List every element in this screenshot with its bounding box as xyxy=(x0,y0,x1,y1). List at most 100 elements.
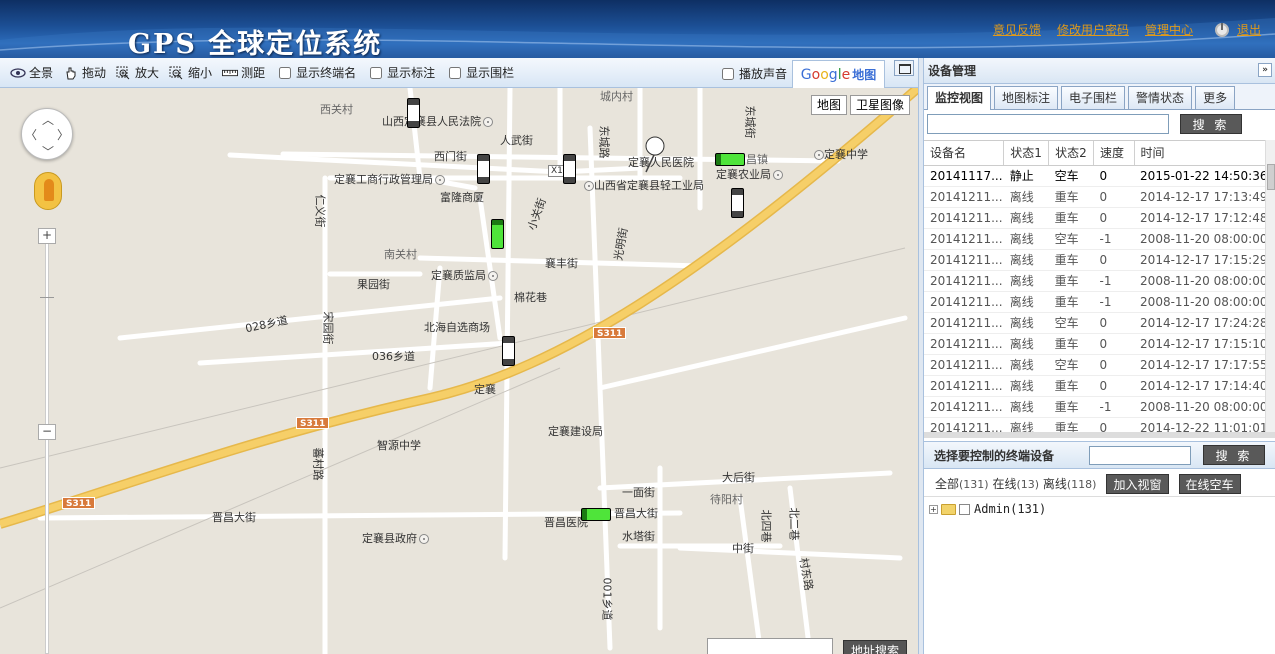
panel-header: 设备管理 » xyxy=(924,58,1275,84)
cell-device: 20141211... xyxy=(924,291,1004,313)
map-type-satellite-button[interactable]: 卫星图像 xyxy=(850,95,911,115)
terminal-search-input[interactable] xyxy=(1089,445,1191,465)
table-row[interactable]: 20141211... 离线 重车 0 2014-12-17 17:13:49 xyxy=(924,186,1268,208)
map-label: 北二巷 xyxy=(787,507,801,541)
table-scrollbar[interactable] xyxy=(1265,140,1275,436)
pan-down-icon[interactable]: ﹀ xyxy=(42,143,54,160)
table-hscrollbar[interactable] xyxy=(924,432,1275,438)
map-label: 水塔街 xyxy=(622,530,655,543)
tree-checkbox[interactable] xyxy=(959,503,970,515)
feedback-link[interactable]: 意见反馈 xyxy=(993,21,1041,38)
table-row[interactable]: 20141211... 离线 重车 0 2014-12-17 17:15:29 xyxy=(924,249,1268,271)
stat-offline-label[interactable]: 离线 xyxy=(1043,477,1067,491)
cell-time: 2015-01-22 14:50:36 xyxy=(1134,165,1268,187)
terminal-search-button[interactable]: 搜 索 xyxy=(1203,445,1265,465)
pan-right-icon[interactable]: 〉 xyxy=(57,126,69,143)
maximize-icon[interactable] xyxy=(894,60,914,76)
table-row[interactable]: 20141211... 离线 重车 0 2014-12-17 17:15:10 xyxy=(924,333,1268,355)
column-header-speed[interactable]: 速度 xyxy=(1093,141,1135,166)
play-sound-checkbox[interactable] xyxy=(722,67,734,80)
show-marks-check[interactable]: 显示标注 xyxy=(370,64,435,81)
table-row[interactable]: 20141117... 静止 空车 0 2015-01-22 14:50:36 xyxy=(924,165,1268,187)
table-row[interactable]: 20141211... 离线 重车 0 2014-12-17 17:14:40 xyxy=(924,375,1268,397)
show-terminal-name-check[interactable]: 显示终端名 xyxy=(279,64,356,81)
map-view[interactable]: 西关村 城内村 山西定襄县人民法院 西门街 人武街 东城路 东城街 定襄人民医院… xyxy=(0,88,918,654)
pan-control[interactable]: ︿ ﹀ 〈 〉 xyxy=(21,108,73,160)
cell-status2: 重车 xyxy=(1048,186,1094,208)
expand-icon[interactable]: + xyxy=(929,504,938,514)
map-type-road-button[interactable]: 地图 xyxy=(811,95,848,115)
online-empty-button[interactable]: 在线空车 xyxy=(1178,473,1241,494)
map-label: 襄丰街 xyxy=(545,257,578,270)
show-fence-checkbox[interactable] xyxy=(449,66,462,79)
vehicle-marker[interactable] xyxy=(581,508,611,521)
google-map-tab[interactable]: Google 地图 xyxy=(792,60,885,88)
tool-zoom-out[interactable]: 缩小 xyxy=(169,64,212,81)
tool-pan[interactable]: 拖动 xyxy=(63,64,106,81)
vehicle-marker[interactable] xyxy=(407,98,420,128)
collapse-icon[interactable]: » xyxy=(1258,63,1272,77)
address-search-input[interactable] xyxy=(707,638,833,654)
street-view-pegman-icon[interactable] xyxy=(34,172,62,210)
tool-measure-label: 测距 xyxy=(241,66,266,80)
table-scrollbar-thumb[interactable] xyxy=(1267,164,1275,190)
admin-center-link[interactable]: 管理中心 xyxy=(1145,21,1193,38)
show-marks-checkbox[interactable] xyxy=(370,66,383,79)
map-label: 晋昌大街 xyxy=(212,511,256,524)
table-row[interactable]: 20141211... 离线 空车 -1 2008-11-20 08:00:00 xyxy=(924,228,1268,250)
tab-alarm-status[interactable]: 警情状态 xyxy=(1128,86,1193,109)
cell-status2: 重车 xyxy=(1048,291,1094,313)
cell-status2: 重车 xyxy=(1048,207,1094,229)
stat-online-label[interactable]: 在线 xyxy=(992,477,1016,491)
tab-more[interactable]: 更多 xyxy=(1195,86,1236,109)
app-title: GPS 全球定位系统 xyxy=(128,29,383,58)
show-fence-check[interactable]: 显示围栏 xyxy=(449,64,514,81)
vehicle-marker[interactable] xyxy=(491,219,504,249)
map-label: 晋昌大街 xyxy=(614,507,658,520)
table-row[interactable]: 20141211... 离线 重车 -1 2008-11-20 08:00:00 xyxy=(924,270,1268,292)
stat-all-label[interactable]: 全部 xyxy=(935,477,959,491)
vehicle-marker[interactable] xyxy=(715,153,745,166)
address-search-button[interactable]: 地址搜索 xyxy=(843,640,907,654)
map-label: 蕃村路 xyxy=(311,447,325,481)
add-to-view-button[interactable]: 加入视窗 xyxy=(1106,473,1169,494)
tool-measure[interactable]: 测距 xyxy=(222,64,265,81)
cell-status1: 离线 xyxy=(1003,354,1049,376)
tool-zoom-in[interactable]: 放大 xyxy=(116,64,159,81)
show-terminal-name-checkbox[interactable] xyxy=(279,66,292,79)
column-header-status2[interactable]: 状态2 xyxy=(1048,141,1095,166)
tree-root-label[interactable]: Admin(131) xyxy=(974,502,1046,516)
column-header-status1[interactable]: 状态1 xyxy=(1003,141,1050,166)
logout-link[interactable]: 退出 xyxy=(1237,21,1261,38)
vehicle-marker[interactable] xyxy=(731,188,744,218)
play-sound-check[interactable]: 播放声音 xyxy=(722,65,787,82)
pan-left-icon[interactable]: 〈 xyxy=(25,126,37,143)
tab-monitor-view[interactable]: 监控视图 xyxy=(927,86,992,110)
table-row[interactable]: 20141211... 离线 重车 0 2014-12-17 17:12:48 xyxy=(924,207,1268,229)
tab-map-marks[interactable]: 地图标注 xyxy=(994,86,1059,109)
highway-shield: S311 xyxy=(296,417,330,429)
table-row[interactable]: 20141211... 离线 空车 0 2014-12-17 17:17:55 xyxy=(924,354,1268,376)
vehicle-marker[interactable] xyxy=(477,154,490,184)
tool-overview[interactable]: 全景 xyxy=(10,64,53,81)
device-tree: + Admin(131) xyxy=(929,502,1046,516)
poi-icon xyxy=(814,150,824,160)
change-password-link[interactable]: 修改用户密码 xyxy=(1057,21,1129,38)
tab-geofence[interactable]: 电子围栏 xyxy=(1061,86,1126,109)
pan-up-icon[interactable]: ︿ xyxy=(42,111,54,128)
zoom-in-button[interactable]: + xyxy=(38,228,56,244)
table-row[interactable]: 20141211... 离线 重车 -1 2008-11-20 08:00:00 xyxy=(924,396,1268,418)
cell-time: 2008-11-20 08:00:00 xyxy=(1134,270,1268,292)
device-search-button[interactable]: 搜 索 xyxy=(1180,114,1242,134)
column-header-time[interactable]: 时间 xyxy=(1134,141,1269,166)
column-header-device[interactable]: 设备名 xyxy=(924,141,1005,166)
table-row[interactable]: 20141211... 离线 空车 0 2014-12-17 17:24:28 xyxy=(924,312,1268,334)
vehicle-marker[interactable] xyxy=(563,154,576,184)
table-row[interactable]: 20141211... 离线 重车 -1 2008-11-20 08:00:00 xyxy=(924,291,1268,313)
map-label-text: 定襄中学 xyxy=(824,148,868,161)
power-icon[interactable] xyxy=(1214,22,1229,37)
zoom-slider-thumb[interactable]: − xyxy=(38,424,56,440)
ruler-icon xyxy=(222,69,239,76)
vehicle-marker[interactable] xyxy=(502,336,515,366)
device-search-input[interactable] xyxy=(927,114,1169,134)
